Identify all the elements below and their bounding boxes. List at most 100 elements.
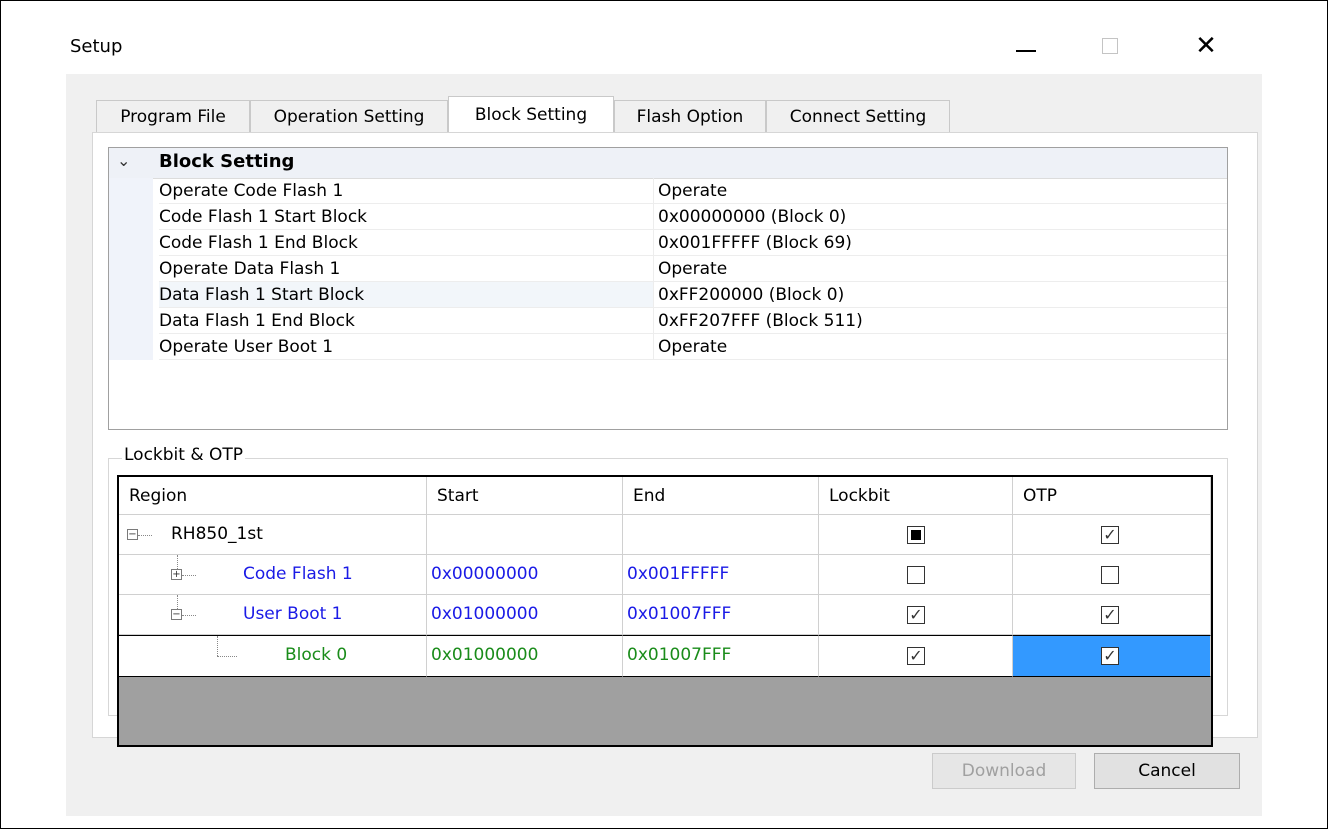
maximize-button[interactable] [1090, 26, 1130, 66]
start-cell: 0x00000000 [427, 555, 623, 595]
category-label: Block Setting [159, 151, 295, 172]
lockbit-otp-grid: Region Start End Lockbit OTP − RH850_1st… [117, 475, 1213, 747]
tab-program-file[interactable]: Program File [96, 100, 250, 132]
otp-checkbox[interactable]: ✓ [1101, 647, 1119, 665]
region-label: RH850_1st [171, 524, 263, 544]
property-name: Code Flash 1 Start Block [159, 204, 653, 230]
lockbit-cell: ✓ [819, 635, 1013, 677]
end-cell [623, 515, 819, 555]
end-cell: 0x001FFFFF [623, 555, 819, 595]
tree-row-region[interactable]: − User Boot 1 [119, 595, 427, 635]
check-icon: ✓ [909, 646, 923, 665]
tab-flash-option[interactable]: Flash Option [614, 100, 766, 132]
check-icon: ✓ [1103, 605, 1117, 624]
tree-row-region[interactable]: Block 0 [119, 635, 427, 677]
end-cell: 0x01007FFF [623, 635, 819, 677]
property-value[interactable]: 0x00000000 (Block 0) [653, 204, 1227, 230]
indeterminate-mark [911, 530, 921, 540]
check-icon: ✓ [1103, 646, 1117, 665]
check-icon: ✓ [1103, 525, 1117, 544]
otp-cell-selected: ✓ [1013, 635, 1211, 677]
tree-connector [217, 656, 237, 657]
end-cell: 0x01007FFF [623, 595, 819, 635]
property-row[interactable]: Data Flash 1 Start Block 0xFF200000 (Bloc… [109, 282, 1227, 308]
row-gutter [109, 308, 153, 334]
property-name: Operate Code Flash 1 [159, 178, 653, 204]
tree-connector [217, 636, 218, 656]
otp-checkbox[interactable]: ✓ [1101, 526, 1119, 544]
tab-connect-setting[interactable]: Connect Setting [766, 100, 950, 132]
property-grid: ⌄ Block Setting Operate Code Flash 1 Oper… [108, 147, 1228, 430]
tree-row-region[interactable]: + Code Flash 1 [119, 555, 427, 595]
tree-row-region[interactable]: − RH850_1st [119, 515, 427, 555]
tree-connector [177, 595, 178, 609]
region-label: User Boot 1 [243, 604, 343, 624]
otp-cell [1013, 555, 1211, 595]
start-cell: 0x01000000 [427, 595, 623, 635]
lockbit-checkbox[interactable]: ✓ [907, 647, 925, 665]
row-gutter [109, 256, 153, 282]
lockbit-cell [819, 515, 1013, 555]
lockbit-checkbox[interactable] [907, 526, 925, 544]
property-value[interactable]: 0xFF207FFF (Block 511) [653, 308, 1227, 334]
otp-cell: ✓ [1013, 595, 1211, 635]
row-gutter [109, 230, 153, 256]
tree-connector [182, 575, 196, 576]
region-label: Code Flash 1 [243, 564, 353, 584]
lockbit-checkbox[interactable] [907, 566, 925, 584]
cancel-button[interactable]: Cancel [1094, 753, 1240, 789]
property-name: Data Flash 1 End Block [159, 308, 653, 334]
close-icon: ✕ [1195, 31, 1217, 61]
tree-connector [138, 535, 152, 536]
tab-operation-setting[interactable]: Operation Setting [250, 100, 448, 132]
property-value[interactable]: Operate [653, 178, 1227, 204]
property-row[interactable]: Code Flash 1 End Block 0x001FFFFF (Block … [109, 230, 1227, 256]
setup-dialog: Setup ✕ Program File Operation Setting B… [66, 16, 1262, 816]
groupbox-label: Lockbit & OTP [122, 445, 246, 465]
property-value[interactable]: Operate [653, 334, 1227, 360]
property-value[interactable]: Operate [653, 256, 1227, 282]
tab-block-setting[interactable]: Block Setting [448, 96, 614, 132]
lockbit-cell: ✓ [819, 595, 1013, 635]
property-row[interactable]: Data Flash 1 End Block 0xFF207FFF (Block … [109, 308, 1227, 334]
column-header-lockbit[interactable]: Lockbit [819, 477, 1013, 515]
column-header-end[interactable]: End [623, 477, 819, 515]
property-row[interactable]: Operate User Boot 1 Operate [109, 334, 1227, 360]
start-cell [427, 515, 623, 555]
otp-checkbox[interactable]: ✓ [1101, 606, 1119, 624]
start-cell: 0x01000000 [427, 635, 623, 677]
maximize-icon [1102, 38, 1118, 54]
title-bar: Setup ✕ [66, 16, 1262, 74]
otp-checkbox[interactable] [1101, 566, 1119, 584]
property-value[interactable]: 0xFF200000 (Block 0) [653, 282, 1227, 308]
property-row[interactable]: Operate Code Flash 1 Operate [109, 178, 1227, 204]
chevron-down-icon[interactable]: ⌄ [117, 151, 130, 170]
property-row[interactable]: Operate Data Flash 1 Operate [109, 256, 1227, 282]
lockbit-checkbox[interactable]: ✓ [907, 606, 925, 624]
download-button[interactable]: Download [932, 753, 1076, 789]
region-label: Block 0 [285, 645, 348, 665]
property-name: Data Flash 1 Start Block [159, 282, 653, 308]
minimize-button[interactable] [1006, 26, 1046, 66]
property-name: Code Flash 1 End Block [159, 230, 653, 256]
property-name: Operate User Boot 1 [159, 334, 653, 360]
otp-cell: ✓ [1013, 515, 1211, 555]
minimize-icon [1016, 50, 1036, 52]
property-category[interactable]: ⌄ Block Setting [109, 148, 1227, 179]
minus-box-icon[interactable]: − [171, 609, 182, 620]
row-gutter [109, 204, 153, 230]
close-button[interactable]: ✕ [1186, 26, 1226, 66]
column-header-start[interactable]: Start [427, 477, 623, 515]
minus-box-icon[interactable]: − [127, 529, 138, 540]
property-row[interactable]: Code Flash 1 Start Block 0x00000000 (Bloc… [109, 204, 1227, 230]
window-title: Setup [70, 36, 123, 57]
tree-connector [177, 555, 178, 569]
row-gutter [109, 334, 153, 360]
lockbit-cell [819, 555, 1013, 595]
check-icon: ✓ [909, 605, 923, 624]
property-value[interactable]: 0x001FFFFF (Block 69) [653, 230, 1227, 256]
column-header-otp[interactable]: OTP [1013, 477, 1211, 515]
column-header-region[interactable]: Region [119, 477, 427, 515]
plus-box-icon[interactable]: + [171, 569, 182, 580]
property-name: Operate Data Flash 1 [159, 256, 653, 282]
